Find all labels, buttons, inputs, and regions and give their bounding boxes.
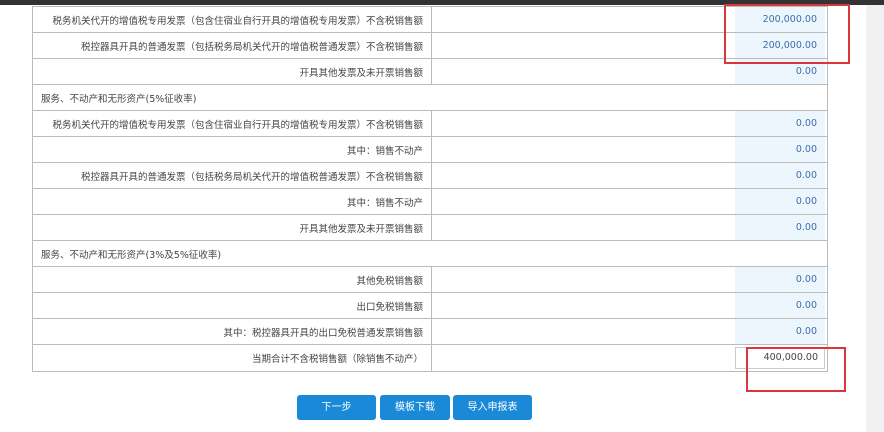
blank-cell bbox=[431, 292, 735, 319]
blank-cell bbox=[431, 266, 735, 293]
amount-input[interactable]: 0.00 bbox=[735, 215, 825, 240]
row-label: 税控器具开具的普通发票（包括税务局机关代开的增值税普通发票）不含税销售额 bbox=[32, 32, 432, 59]
blank-cell bbox=[431, 318, 735, 345]
row-label: 开具其他发票及未开票销售额 bbox=[32, 214, 432, 241]
table-row: 税务机关代开的增值税专用发票（包含住宿业自行开具的增值税专用发票）不含税销售额 2… bbox=[32, 6, 828, 33]
amount-input[interactable]: 0.00 bbox=[735, 189, 825, 214]
row-label: 出口免税销售额 bbox=[32, 292, 432, 319]
blank-cell bbox=[431, 344, 735, 372]
row-label: 当期合计不含税销售额（除销售不动产） bbox=[32, 344, 432, 372]
blank-cell bbox=[431, 58, 735, 85]
highlight-box-total bbox=[746, 347, 846, 392]
row-label: 税务机关代开的增值税专用发票（包含住宿业自行开具的增值税专用发票）不含税销售额 bbox=[32, 6, 432, 33]
amount-input[interactable]: 0.00 bbox=[735, 111, 825, 136]
row-label: 其中：税控器具开具的出口免税普通发票销售额 bbox=[32, 318, 432, 345]
section-label: 服务、不动产和无形资产(5%征收率) bbox=[32, 84, 828, 111]
section-label: 服务、不动产和无形资产(3%及5%征收率) bbox=[32, 240, 828, 267]
blank-cell bbox=[431, 110, 735, 137]
blank-cell bbox=[431, 162, 735, 189]
blank-cell bbox=[431, 136, 735, 163]
row-label: 其他免税销售额 bbox=[32, 266, 432, 293]
next-step-button[interactable]: 下一步 bbox=[297, 395, 376, 420]
row-label: 其中：销售不动产 bbox=[32, 136, 432, 163]
highlight-box-top bbox=[724, 4, 850, 64]
template-download-button[interactable]: 模板下载 bbox=[380, 395, 450, 420]
blank-cell bbox=[431, 188, 735, 215]
section-row: 服务、不动产和无形资产(5%征收率) bbox=[32, 84, 828, 111]
blank-cell bbox=[431, 32, 735, 59]
table-row: 其他免税销售额 0.00 bbox=[32, 266, 828, 293]
table-row: 税控器具开具的普通发票（包括税务局机关代开的增值税普通发票）不含税销售额 200,… bbox=[32, 32, 828, 59]
table-row: 税控器具开具的普通发票（包括税务局机关代开的增值税普通发票）不含税销售额 0.00 bbox=[32, 162, 828, 189]
row-label: 其中：销售不动产 bbox=[32, 188, 432, 215]
amount-input[interactable]: 0.00 bbox=[735, 163, 825, 188]
row-label: 开具其他发票及未开票销售额 bbox=[32, 58, 432, 85]
table-row: 开具其他发票及未开票销售额 0.00 bbox=[32, 214, 828, 241]
scrollbar[interactable] bbox=[866, 5, 884, 432]
table-row: 当期合计不含税销售额（除销售不动产） 400,000.00 bbox=[32, 344, 828, 372]
amount-input[interactable]: 0.00 bbox=[735, 293, 825, 318]
table-row: 其中：销售不动产 0.00 bbox=[32, 188, 828, 215]
amount-input[interactable]: 0.00 bbox=[735, 267, 825, 292]
table-row: 开具其他发票及未开票销售额 0.00 bbox=[32, 58, 828, 85]
blank-cell bbox=[431, 6, 735, 33]
section-row: 服务、不动产和无形资产(3%及5%征收率) bbox=[32, 240, 828, 267]
amount-input[interactable]: 0.00 bbox=[735, 137, 825, 162]
table-row: 税务机关代开的增值税专用发票（包含住宿业自行开具的增值税专用发票）不含税销售额 0… bbox=[32, 110, 828, 137]
table-row: 其中：销售不动产 0.00 bbox=[32, 136, 828, 163]
table-row: 其中：税控器具开具的出口免税普通发票销售额 0.00 bbox=[32, 318, 828, 345]
table-row: 出口免税销售额 0.00 bbox=[32, 292, 828, 319]
tax-form-table: 税务机关代开的增值税专用发票（包含住宿业自行开具的增值税专用发票）不含税销售额 2… bbox=[32, 6, 828, 372]
blank-cell bbox=[431, 214, 735, 241]
amount-input[interactable]: 0.00 bbox=[735, 319, 825, 344]
row-label: 税务机关代开的增值税专用发票（包含住宿业自行开具的增值税专用发票）不含税销售额 bbox=[32, 110, 432, 137]
row-label: 税控器具开具的普通发票（包括税务局机关代开的增值税普通发票）不含税销售额 bbox=[32, 162, 432, 189]
import-declaration-button[interactable]: 导入申报表 bbox=[453, 395, 532, 420]
